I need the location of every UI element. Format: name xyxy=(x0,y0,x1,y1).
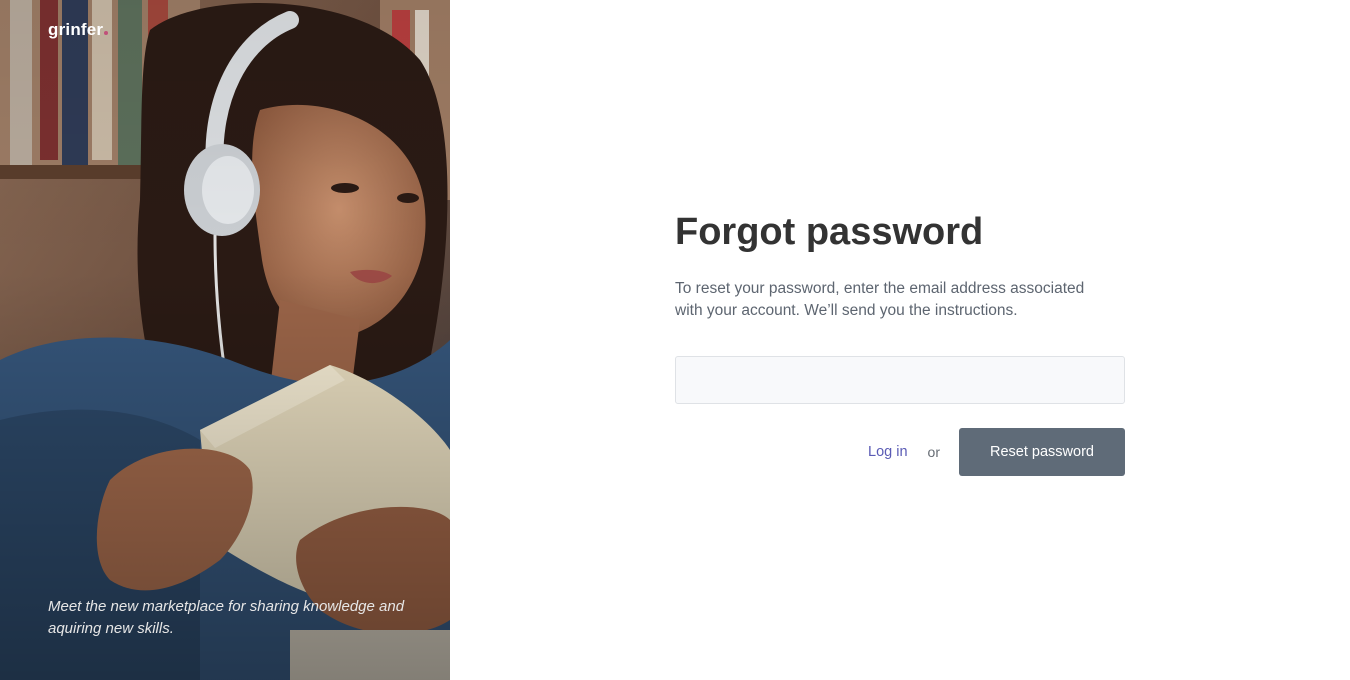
brand-name: grinfer xyxy=(48,20,104,39)
hero-overlay xyxy=(0,0,450,680)
brand-dot xyxy=(104,31,109,35)
forgot-password-page: grinfer Meet the new marketplace for sha… xyxy=(0,0,1350,680)
form-description: To reset your password, enter the email … xyxy=(675,280,1085,319)
forgot-password-form: Forgot password To reset your password, … xyxy=(675,208,1125,476)
email-field[interactable] xyxy=(675,356,1125,404)
form-panel: Forgot password To reset your password, … xyxy=(450,0,1350,680)
hero-tagline: Meet the new marketplace for sharing kno… xyxy=(48,598,405,637)
brand-logo[interactable]: grinfer xyxy=(48,20,109,40)
page-title: Forgot password xyxy=(675,211,984,253)
hero-panel: grinfer Meet the new marketplace for sha… xyxy=(0,0,450,680)
form-actions: Log in or Reset password xyxy=(675,428,1125,476)
or-separator: or xyxy=(927,444,940,460)
login-link[interactable]: Log in xyxy=(868,444,908,460)
reset-password-button[interactable]: Reset password xyxy=(959,428,1125,476)
